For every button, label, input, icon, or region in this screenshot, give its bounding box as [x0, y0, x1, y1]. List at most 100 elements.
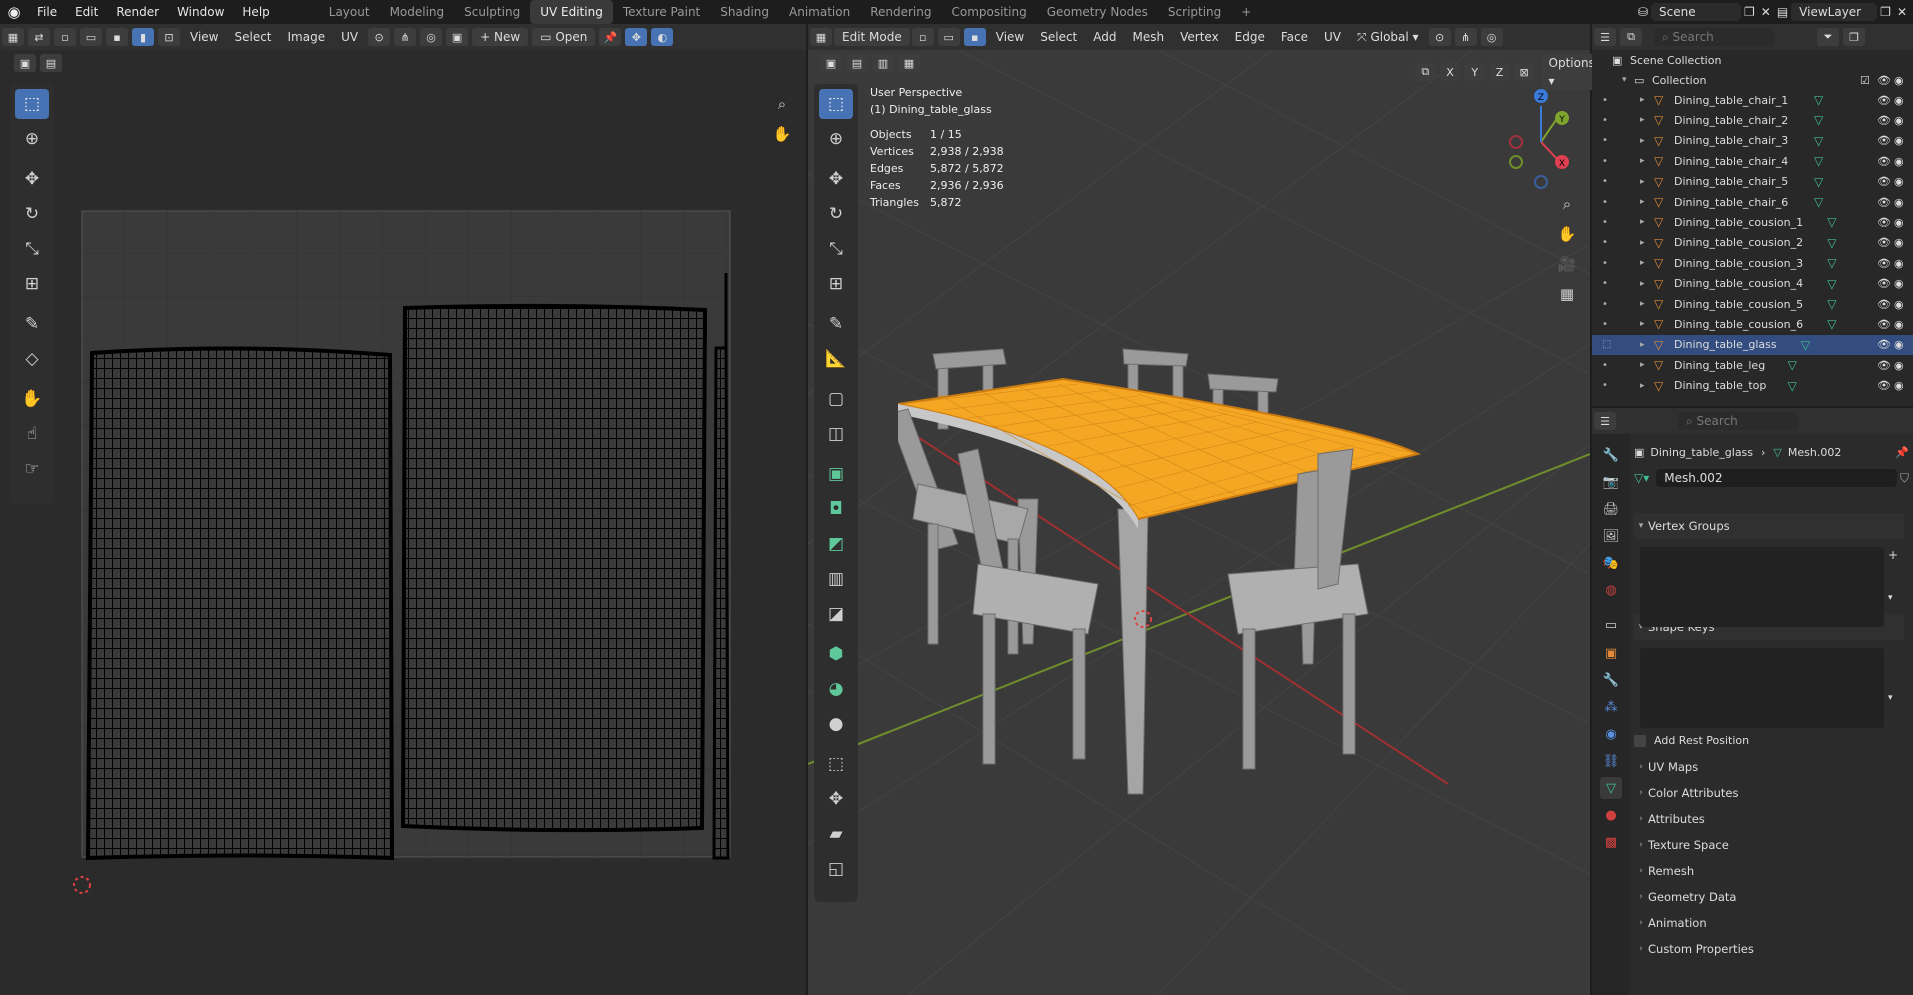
inset-tool-icon[interactable]: ◘	[819, 494, 853, 524]
render-camera-icon[interactable]: ◉	[1894, 155, 1904, 168]
expand-arrow-icon[interactable]: ▸	[1640, 217, 1645, 227]
section-attributes[interactable]: › Attributes	[1634, 806, 1904, 832]
data-tab-icon[interactable]: ▽	[1600, 777, 1622, 799]
expand-arrow-icon[interactable]: ▸	[1640, 177, 1645, 187]
mesh-data-icon[interactable]: ▽	[1788, 379, 1797, 393]
vp-select-tool-icon[interactable]: ⬚	[819, 89, 853, 119]
image-browse-icon[interactable]: ▣	[446, 28, 469, 46]
viewport-view-menu[interactable]: View	[988, 24, 1032, 50]
workspace-tab-animation[interactable]: Animation	[779, 0, 860, 24]
section-custom-properties[interactable]: › Custom Properties	[1634, 936, 1904, 962]
properties-editor[interactable]: ☰ ⌕ Search 🔧 📷 🖨 🖼 🎭 ◍ ▭ ▣ 🔧 ⁂ ◉ ⛓ ▽ ● ▩…	[1592, 408, 1913, 995]
properties-editor-type-icon[interactable]: ☰	[1594, 412, 1616, 430]
render-camera-icon[interactable]: ◉	[1894, 277, 1904, 290]
snap-icon[interactable]: ⋔	[394, 28, 417, 46]
section-remesh[interactable]: › Remesh	[1634, 858, 1904, 884]
section-animation[interactable]: › Animation	[1634, 910, 1904, 936]
section-chevron-icon[interactable]: ›	[1634, 944, 1648, 954]
vertex-mode-icon[interactable]: ▫	[911, 28, 934, 46]
render-camera-icon[interactable]: ◉	[1894, 175, 1904, 188]
open-image-button[interactable]: ▭ Open	[532, 28, 596, 46]
section-chevron-icon[interactable]: ›	[1634, 918, 1648, 928]
section-chevron-icon[interactable]: ›	[1634, 866, 1648, 876]
add-primitive-tool-icon[interactable]: ◫	[819, 419, 853, 449]
collection-row[interactable]: ▾ ▭ Collection ☑ 👁 ◉	[1592, 70, 1913, 90]
visibility-eye-icon[interactable]: 👁	[1877, 114, 1891, 127]
outliner-item-dining-table-cousion-5[interactable]: • ▸ ▽ Dining_table_cousion_5 ▽ 👁 ◉	[1592, 294, 1913, 314]
outliner-item-dining-table-cousion-2[interactable]: • ▸ ▽ Dining_table_cousion_2 ▽ 👁 ◉	[1592, 233, 1913, 253]
knife-tool-icon[interactable]: ◪	[819, 599, 853, 629]
expand-arrow-icon[interactable]: ▸	[1640, 238, 1645, 248]
render-camera-icon[interactable]: ◉	[1894, 379, 1904, 392]
expand-arrow-icon[interactable]: ▸	[1640, 340, 1645, 350]
new-collection-icon[interactable]: ❐	[1843, 28, 1865, 46]
uv-view-menu[interactable]: View	[182, 24, 226, 50]
new-view-layer-icon[interactable]: ❐	[1880, 5, 1891, 19]
delete-view-layer-icon[interactable]: ✕	[1897, 5, 1907, 19]
view-layer-selector[interactable]: ViewLayer	[1791, 3, 1878, 21]
scene-selector[interactable]: Scene	[1651, 3, 1741, 21]
vp-transform-tool-icon[interactable]: ⊞	[819, 269, 853, 299]
outliner-item-dining-table-cousion-3[interactable]: • ▸ ▽ Dining_table_cousion_3 ▽ 👁 ◉	[1592, 253, 1913, 273]
section-color-attributes[interactable]: › Color Attributes	[1634, 780, 1904, 806]
mesh-name-field[interactable]: Mesh.002	[1656, 469, 1897, 487]
workspace-tab-layout[interactable]: Layout	[319, 0, 380, 24]
section-chevron-icon[interactable]: ›	[1634, 814, 1648, 824]
pivot-icon[interactable]: ⊙	[368, 28, 391, 46]
expand-arrow-icon[interactable]: ▸	[1640, 95, 1645, 105]
add-vertex-group-icon[interactable]: +	[1888, 548, 1898, 562]
outliner-item-dining-table-chair-1[interactable]: • ▸ ▽ Dining_table_chair_1 ▽ 👁 ◉	[1592, 90, 1913, 110]
render-camera-icon[interactable]: ◉	[1894, 257, 1904, 270]
gizmo-toggle-icon[interactable]: ✥	[625, 28, 648, 46]
mirror-y-toggle[interactable]: Y	[1464, 63, 1486, 81]
object-tab-icon[interactable]: ▣	[1600, 642, 1622, 664]
orientation-selector[interactable]: ⤧ Global ▾	[1349, 24, 1427, 50]
collection-checkbox[interactable]: ☑	[1860, 74, 1870, 87]
vp-rotate-tool-icon[interactable]: ↻	[819, 199, 853, 229]
expand-arrow-icon[interactable]: ▸	[1640, 115, 1645, 125]
viewport-proportional-icon[interactable]: ◎	[1480, 28, 1503, 46]
mesh-data-icon[interactable]: ▽	[1814, 93, 1823, 107]
outliner-item-dining-table-glass[interactable]: ⬚ ▸ ▽ Dining_table_glass ▽ 👁 ◉	[1592, 334, 1913, 355]
vp-cursor-tool-icon[interactable]: ⊕	[819, 124, 853, 154]
scene-collection-row[interactable]: ▣ Scene Collection	[1592, 50, 1913, 70]
camera-view-icon[interactable]: 🎥	[1550, 249, 1584, 279]
display-mode-icon[interactable]: ⧉	[1620, 28, 1642, 46]
add-rest-position-row[interactable]: Add Rest Position	[1634, 734, 1749, 747]
shape-keys-menu-icon[interactable]: ▾	[1888, 693, 1893, 703]
viewport-edge-menu[interactable]: Edge	[1227, 24, 1273, 50]
uv-island-right[interactable]	[400, 303, 708, 833]
sync-selection-icon[interactable]: ⇄	[28, 28, 50, 46]
add-rest-position-checkbox[interactable]	[1634, 734, 1646, 747]
visibility-eye-icon[interactable]: 👁	[1877, 379, 1891, 392]
mirror-x-toggle[interactable]: X	[1439, 63, 1461, 81]
outliner-item-dining-table-top[interactable]: • ▸ ▽ Dining_table_top ▽ 👁 ◉	[1592, 376, 1913, 396]
sticky-select-icon[interactable]: ⊡	[158, 28, 180, 46]
viewport-vertex-menu[interactable]: Vertex	[1172, 24, 1227, 50]
menu-window[interactable]: Window	[168, 0, 233, 24]
viewport-select-menu[interactable]: Select	[1032, 24, 1085, 50]
vertex-groups-list[interactable]	[1640, 547, 1884, 627]
blender-logo-icon[interactable]: ◉	[0, 3, 28, 21]
render-camera-icon[interactable]: ◉	[1894, 236, 1904, 249]
uv-uv-menu[interactable]: UV	[333, 24, 366, 50]
render-camera-icon[interactable]: ◉	[1894, 216, 1904, 229]
workspace-tab-sculpting[interactable]: Sculpting	[454, 0, 530, 24]
visibility-eye-icon[interactable]: 👁	[1877, 155, 1891, 168]
new-scene-icon[interactable]: ❐	[1744, 5, 1755, 19]
mesh-data-icon[interactable]: ▽	[1814, 134, 1823, 148]
pin-properties-icon[interactable]: 📌	[1895, 446, 1909, 459]
mesh-data-icon[interactable]: ▽	[1814, 154, 1823, 168]
outliner-item-dining-table-chair-5[interactable]: • ▸ ▽ Dining_table_chair_5 ▽ 👁 ◉	[1592, 172, 1913, 192]
workspace-tab-scripting[interactable]: Scripting	[1158, 0, 1231, 24]
subtract-selection-icon[interactable]: ▥	[872, 54, 894, 72]
view-layer-tab-icon[interactable]: 🖼	[1600, 525, 1622, 547]
ortho-toggle-icon[interactable]: ▦	[1550, 279, 1584, 309]
expand-arrow-icon[interactable]: ▸	[1640, 381, 1645, 391]
outliner-item-dining-table-chair-4[interactable]: • ▸ ▽ Dining_table_chair_4 ▽ 👁 ◉	[1592, 151, 1913, 171]
viewport-snap-icon[interactable]: ⋔	[1454, 28, 1477, 46]
menu-help[interactable]: Help	[233, 0, 278, 24]
outliner[interactable]: ☰ ⧉ ⌕ Search ⏷ ❐ ▣ Scene Collection ▾ ▭ …	[1592, 24, 1913, 406]
mesh-data-icon[interactable]: ▽	[1827, 277, 1836, 291]
menu-file[interactable]: File	[28, 0, 66, 24]
